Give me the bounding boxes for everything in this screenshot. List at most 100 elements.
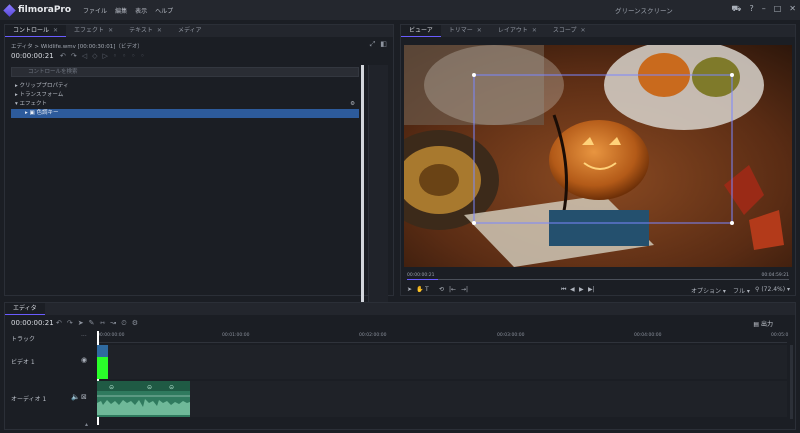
close-icon[interactable]: ✕	[581, 27, 586, 34]
dot-icon[interactable]: ◦	[122, 52, 126, 60]
ruler-tick: 00:05:0	[771, 333, 789, 338]
tree-item-label: エフェクト	[19, 101, 48, 107]
redo-icon[interactable]: ↷	[71, 52, 77, 60]
mute-icon[interactable]: ⊠	[81, 393, 87, 401]
eye-icon[interactable]: ◉	[81, 356, 87, 364]
undo-icon[interactable]: ↶	[56, 319, 62, 328]
mark-out-icon[interactable]: →|	[461, 286, 468, 293]
controls-search-input[interactable]: コントロールを検索	[11, 67, 359, 77]
play-icon[interactable]: ▶	[579, 286, 584, 293]
preview-canvas[interactable]	[404, 45, 792, 267]
menu-bar: ファイル 編集 表示 ヘルプ	[83, 6, 173, 15]
layout-icon[interactable]: ◧	[380, 40, 387, 49]
tab-viewer[interactable]: ビューア	[401, 25, 441, 37]
tab-trimmer[interactable]: トリマー ✕	[441, 25, 490, 37]
mark-in-icon[interactable]: |←	[449, 286, 456, 293]
viewer-panel: ビューア トリマー ✕ レイアウト ✕ スコープ ✕ 00:00:00:21 0…	[400, 24, 796, 296]
svg-text:⊝: ⊝	[169, 384, 174, 391]
cart-icon[interactable]: ⛟	[731, 4, 741, 14]
audio-clip[interactable]: ⊝ ⊝ ⊝	[97, 381, 190, 417]
close-icon[interactable]: ✕	[157, 27, 162, 34]
tree-item-clip-properties[interactable]: ▸ クリッププロパティ	[11, 82, 359, 91]
checkbox-icon[interactable]: ▣	[30, 110, 35, 116]
dot-icon[interactable]: ◦	[113, 52, 117, 60]
tab-scopes[interactable]: スコープ ✕	[545, 25, 594, 37]
redo-icon[interactable]: ↷	[67, 319, 73, 328]
settings-icon[interactable]: ⚙	[350, 100, 355, 109]
loop-icon[interactable]: ⟲	[439, 286, 444, 293]
viewer-seekbar[interactable]	[407, 279, 789, 280]
controls-tree: ▸ クリッププロパティ ▸ トランスフォーム ▾ エフェクト ⚙ ▸ ▣ 色調キー	[11, 82, 359, 118]
panel-options: ⤢ ◧	[370, 40, 387, 49]
snap-icon[interactable]: ⏲	[121, 319, 126, 328]
tree-item-transform[interactable]: ▸ トランスフォーム	[11, 91, 359, 100]
tab-editor[interactable]: エディタ	[5, 303, 45, 315]
timeline-scrollbar[interactable]	[790, 345, 793, 419]
tab-media[interactable]: メディア	[170, 25, 210, 37]
export-icon: ▤	[753, 321, 760, 328]
close-icon[interactable]: ✕	[789, 4, 796, 14]
tab-layout-label: レイアウト	[497, 27, 528, 34]
menu-edit[interactable]: 編集	[115, 6, 127, 15]
close-icon[interactable]: ✕	[108, 27, 113, 34]
tab-layout[interactable]: レイアウト ✕	[490, 25, 545, 37]
tab-effects[interactable]: エフェクト ✕	[66, 25, 121, 37]
hand-tool-icon[interactable]: ✋	[416, 286, 423, 293]
export-button[interactable]: ▤ 出力	[753, 319, 773, 328]
quality-dropdown[interactable]: フル ▾	[733, 286, 750, 295]
video-clip[interactable]	[97, 345, 108, 379]
maximize-icon[interactable]: □	[774, 4, 782, 14]
settings-icon[interactable]: ⚙	[132, 319, 138, 328]
dot-icon[interactable]: ◦	[140, 52, 144, 60]
tab-scopes-label: スコープ	[552, 27, 577, 34]
help-icon[interactable]: ?	[749, 4, 753, 14]
slip-icon[interactable]: ↝	[110, 319, 116, 328]
expand-icon[interactable]: ⤢	[370, 40, 376, 49]
keyframe-toolbar: ↶ ↷ ◁ ◇ ▷ ◦ ◦ ◦ ◦	[60, 52, 144, 60]
zoom-icon: ⚲	[755, 286, 760, 293]
audio-track[interactable]	[97, 381, 787, 417]
tab-effects-label: エフェクト	[74, 27, 105, 34]
controls-scrollbar[interactable]	[361, 65, 364, 313]
keyframe-next-icon[interactable]: ▷	[103, 52, 108, 60]
video-track[interactable]	[97, 345, 787, 379]
zoom-dropdown[interactable]: ⚲ (72.4%) ▾	[755, 286, 790, 293]
tree-item-chroma-key[interactable]: ▸ ▣ 色調キー	[11, 109, 359, 118]
menu-file[interactable]: ファイル	[83, 6, 107, 15]
zoom-slider-icon[interactable]: ▴	[85, 421, 88, 428]
close-icon[interactable]: ✕	[532, 27, 537, 34]
window-title: グリーンスクリーン	[615, 7, 673, 15]
select-tool-icon[interactable]: ➤	[78, 319, 84, 328]
minimize-icon[interactable]: –	[762, 4, 766, 14]
dot-icon[interactable]: ◦	[131, 52, 135, 60]
tree-item-effects[interactable]: ▾ エフェクト ⚙	[11, 100, 359, 109]
step-back-icon[interactable]: ◀	[570, 286, 575, 293]
text-tool-icon[interactable]: T	[425, 286, 429, 293]
controls-timecode[interactable]: 00:00:00:21	[11, 52, 54, 60]
ripple-icon[interactable]: ⇿	[100, 319, 106, 328]
controls-tabbar: コントロール ✕ エフェクト ✕ テキスト ✕ メディア	[5, 25, 393, 37]
breadcrumb: エディタ > Wildlife.wmv [00:00:30:01]（ビデオ）	[11, 44, 143, 50]
more-icon[interactable]: ···	[81, 333, 87, 340]
viewer-controls: ➤ ✋ T ⟲ |← →| ⏮ ◀ ▶ ▶| オプション ▾ フル ▾ ⚲ (7…	[407, 286, 791, 296]
select-tool-icon[interactable]: ➤	[407, 286, 412, 293]
timeline-ruler[interactable]: 00:00:00:00 00:01:00:00 00:02:00:00 00:0…	[97, 333, 789, 343]
tab-media-label: メディア	[177, 27, 202, 34]
title-bar: filmoraPro ファイル 編集 表示 ヘルプ グリーンスクリーン ⛟ ? …	[0, 0, 800, 20]
editor-timecode[interactable]: 00:00:00:21	[11, 319, 54, 327]
close-icon[interactable]: ✕	[53, 27, 58, 34]
close-icon[interactable]: ✕	[477, 27, 482, 34]
undo-icon[interactable]: ↶	[60, 52, 66, 60]
speaker-icon[interactable]: 🔈	[71, 393, 80, 401]
razor-icon[interactable]: ✎	[89, 319, 95, 328]
option-dropdown[interactable]: オプション ▾	[691, 286, 726, 295]
tab-editor-label: エディタ	[13, 305, 37, 312]
tab-controls[interactable]: コントロール ✕	[5, 25, 67, 37]
step-forward-icon[interactable]: ▶|	[588, 286, 595, 293]
menu-help[interactable]: ヘルプ	[155, 6, 173, 15]
keyframe-icon[interactable]: ◇	[92, 52, 97, 60]
keyframe-prev-icon[interactable]: ◁	[82, 52, 87, 60]
go-start-icon[interactable]: ⏮	[561, 286, 566, 294]
tab-text[interactable]: テキスト ✕	[121, 25, 170, 37]
menu-view[interactable]: 表示	[135, 6, 147, 15]
